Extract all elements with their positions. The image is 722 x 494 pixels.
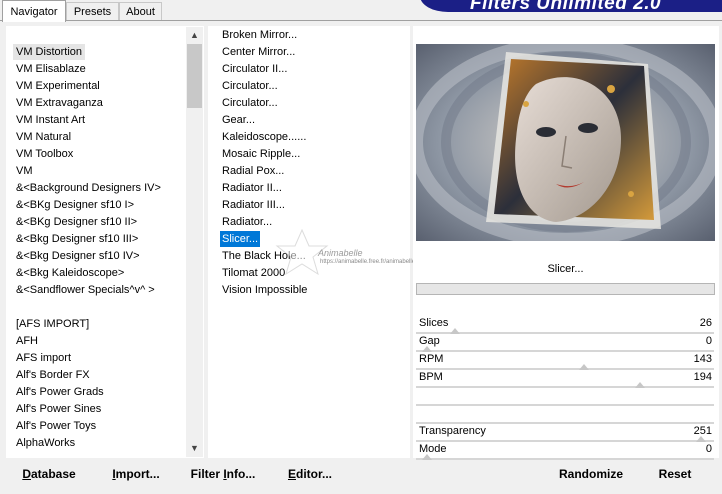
filter-item[interactable]: Radiator...: [220, 214, 274, 230]
scroll-thumb[interactable]: [187, 44, 202, 108]
filter-item[interactable]: Circulator...: [220, 78, 280, 94]
param-value: 143: [693, 353, 712, 365]
param-label: BPM: [419, 371, 443, 383]
randomize-button[interactable]: Randomize: [556, 463, 626, 485]
param-label: Transparency: [419, 425, 486, 437]
app-title: Filters Unlimited 2.0: [470, 0, 662, 14]
scroll-down-arrow-icon[interactable]: ▼: [186, 440, 203, 457]
scroll-up-arrow-icon[interactable]: ▲: [186, 27, 203, 44]
category-scrollbar[interactable]: ▲ ▼: [186, 27, 203, 457]
filter-item[interactable]: Vision Impossible: [220, 282, 309, 298]
filter-item[interactable]: Mosaic Ripple...: [220, 146, 302, 162]
import-button[interactable]: Import...: [106, 463, 166, 485]
param-value: 26: [699, 317, 712, 329]
category-item[interactable]: VM Extravaganza: [13, 95, 106, 111]
filter-item[interactable]: Slicer...: [220, 231, 261, 247]
category-item[interactable]: &<Bkg Designer sf10 IV>: [13, 248, 143, 264]
preview-artwork-icon: [416, 44, 715, 241]
filter-item[interactable]: Broken Mirror...: [220, 27, 299, 43]
preview-filter-name: Slicer...: [547, 263, 584, 275]
filter-item[interactable]: Circulator...: [220, 95, 280, 111]
filter-info-button[interactable]: Filter Info...: [186, 463, 260, 485]
filter-item[interactable]: Kaleidoscope......: [220, 129, 308, 145]
param-row[interactable]: Transparency 251: [416, 423, 714, 439]
category-item[interactable]: Alf's Power Sines: [13, 401, 104, 417]
database-button-hotkey: D: [22, 467, 31, 481]
filter-item[interactable]: Circulator II...: [220, 61, 289, 77]
filter-item[interactable]: Radiator III...: [220, 197, 287, 213]
editor-button-label: ditor...: [296, 467, 332, 481]
category-item[interactable]: &<Sandflower Specials^v^ >: [13, 282, 158, 298]
category-item[interactable]: Alf's Border FX: [13, 367, 93, 383]
reset-button[interactable]: Reset: [650, 463, 700, 485]
param-label: RPM: [419, 353, 444, 365]
editor-button[interactable]: Editor...: [282, 463, 338, 485]
preview-image: [416, 44, 715, 241]
param-row[interactable]: BPM 194: [416, 369, 714, 385]
param-row[interactable]: Gap 0: [416, 333, 714, 349]
tab-navigator[interactable]: Navigator: [2, 0, 66, 22]
category-item[interactable]: VM Elisablaze: [13, 61, 89, 77]
filter-item[interactable]: Gear...: [220, 112, 257, 128]
category-item[interactable]: VM Natural: [13, 129, 74, 145]
param-value: 194: [693, 371, 712, 383]
param-row[interactable]: [416, 387, 714, 403]
database-button[interactable]: Database: [14, 463, 84, 485]
category-item[interactable]: AFH: [13, 333, 41, 349]
watermark-name: Animabelle: [318, 248, 363, 258]
category-item[interactable]: AFS import: [13, 350, 74, 366]
param-row[interactable]: RPM 143: [416, 351, 714, 367]
database-button-label: atabase: [30, 467, 76, 481]
param-row[interactable]: Slices 26: [416, 315, 714, 331]
category-item[interactable]: &<BKg Designer sf10 II>: [13, 214, 140, 230]
tab-presets[interactable]: Presets: [66, 2, 119, 20]
category-item[interactable]: &<Bkg Designer sf10 III>: [13, 231, 141, 247]
filter-info-button-label: nfo...: [226, 467, 256, 481]
watermark-url: https://animabelle.free.fr/animabelle/de: [320, 259, 424, 265]
category-item[interactable]: VM Distortion: [13, 44, 86, 60]
category-item[interactable]: VM Experimental: [13, 78, 103, 94]
category-item[interactable]: [13, 299, 19, 315]
param-value: 0: [705, 443, 712, 455]
category-item[interactable]: VM Instant Art: [13, 112, 88, 128]
category-item[interactable]: &<BKg Designer sf10 I>: [13, 197, 137, 213]
category-item[interactable]: AlphaWorks: [13, 435, 78, 451]
param-row[interactable]: [416, 405, 714, 421]
filter-info-button-prefix: Filter: [190, 467, 224, 481]
category-item[interactable]: Alf's Power Grads: [13, 384, 107, 400]
filter-item[interactable]: Center Mirror...: [220, 44, 297, 60]
category-item[interactable]: [AFS IMPORT]: [13, 316, 92, 332]
param-label: Slices: [419, 317, 449, 329]
tab-about[interactable]: About: [119, 2, 162, 20]
param-value: 0: [705, 335, 712, 347]
filter-item[interactable]: Radiator II...: [220, 180, 284, 196]
category-item[interactable]: Alf's Power Toys: [13, 418, 99, 434]
progress-bar: [416, 283, 715, 295]
category-item[interactable]: &<Bkg Kaleidoscope>: [13, 265, 127, 281]
category-item[interactable]: VM: [13, 163, 36, 179]
param-row[interactable]: Mode 0: [416, 441, 714, 457]
import-button-label: mport...: [115, 467, 160, 481]
category-item[interactable]: VM Toolbox: [13, 146, 76, 162]
category-item[interactable]: &<Background Designers IV>: [13, 180, 164, 196]
param-slider-thumb[interactable]: [422, 454, 432, 460]
editor-button-hotkey: E: [287, 467, 296, 481]
param-slider-track[interactable]: [416, 458, 714, 460]
filter-item[interactable]: Radial Pox...: [220, 163, 286, 179]
